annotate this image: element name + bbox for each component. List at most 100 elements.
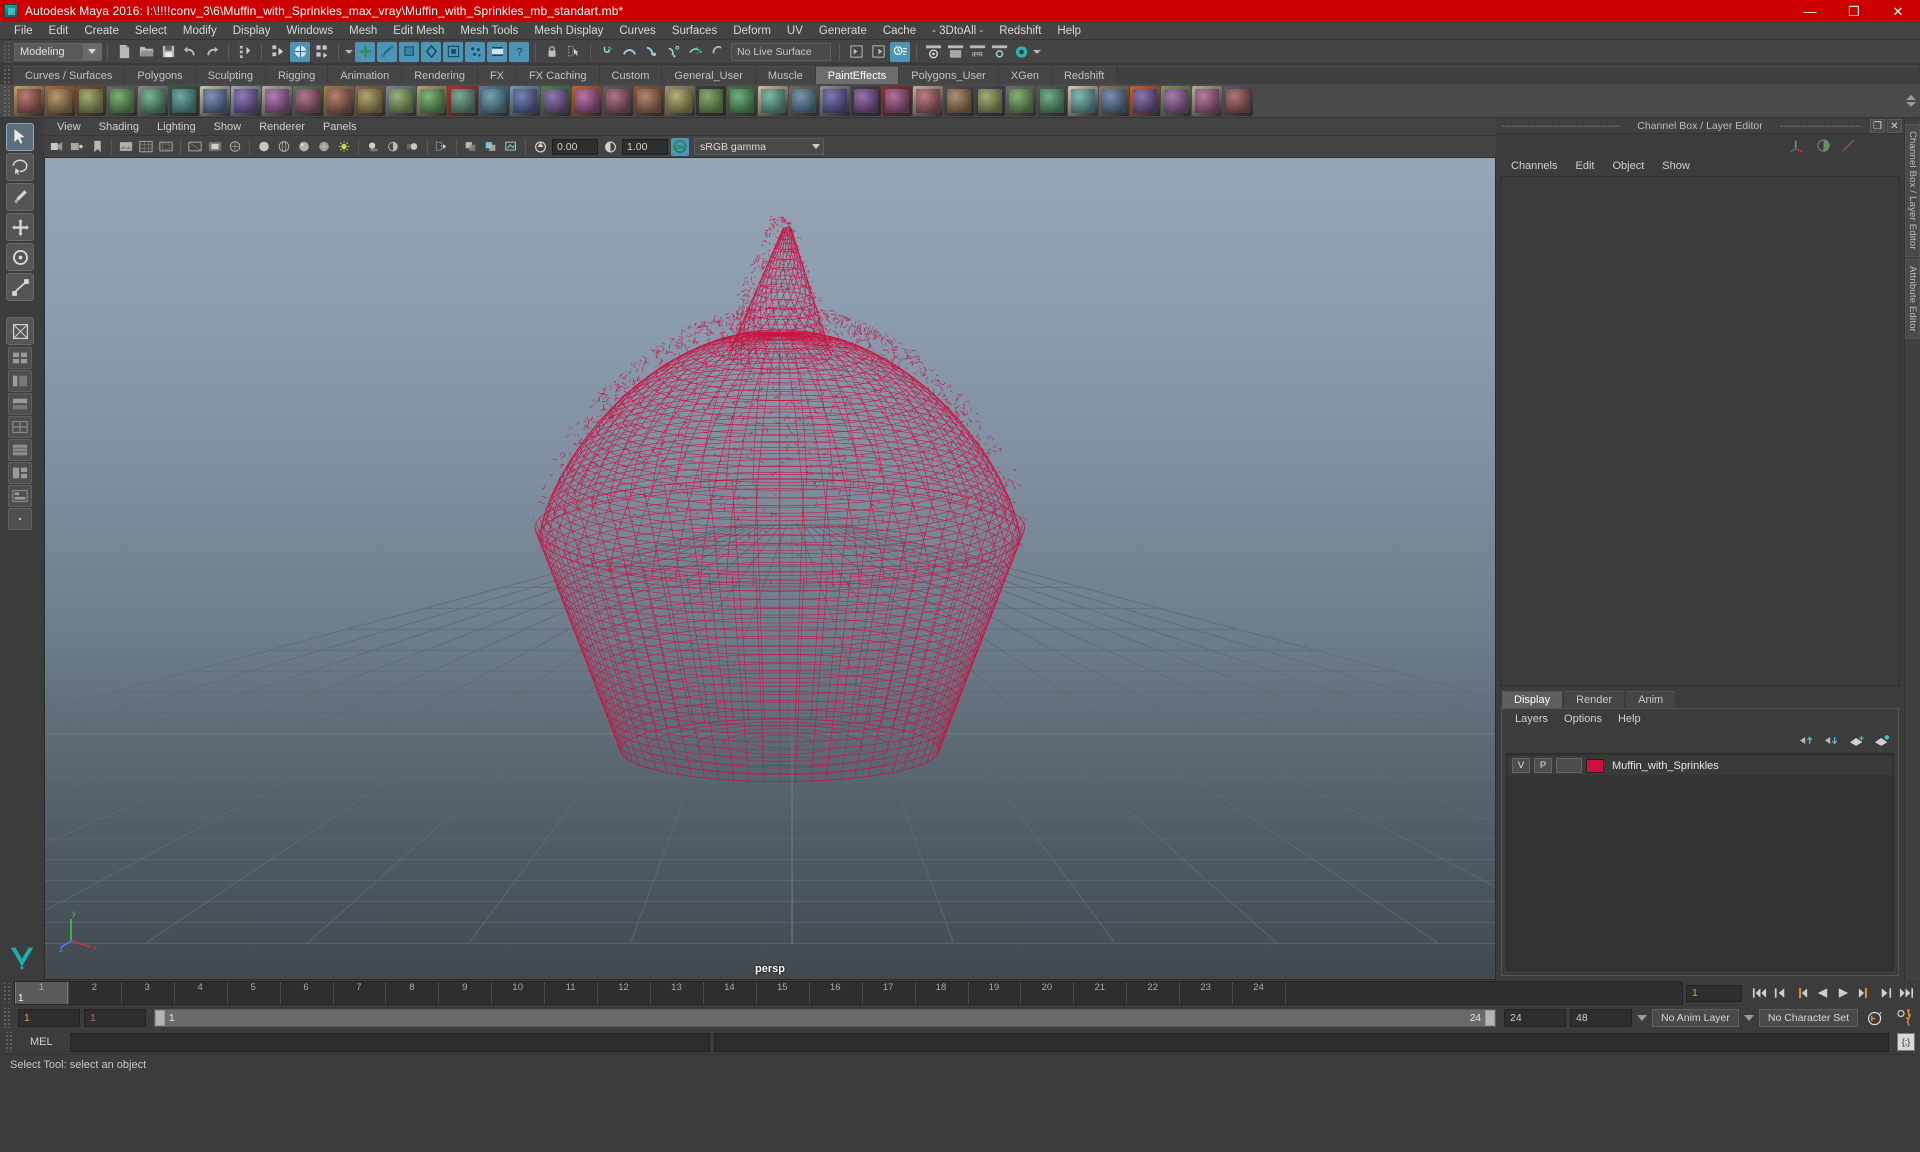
- render-settings-icon[interactable]: [989, 42, 1009, 62]
- animation-start-time-field[interactable]: 1: [18, 1009, 80, 1027]
- shelf-tab-polygons-user[interactable]: Polygons_User: [899, 66, 998, 84]
- menu-mesh-display[interactable]: Mesh Display: [526, 22, 611, 40]
- viewport-menu-view[interactable]: View: [48, 118, 90, 136]
- wireframe-shaded-icon[interactable]: [226, 138, 244, 156]
- wireframe-mode-icon[interactable]: [275, 138, 293, 156]
- shelf-icon-32[interactable]: [1006, 85, 1036, 116]
- animation-end-time-field[interactable]: 48: [1570, 1009, 1632, 1027]
- animation-preferences-button[interactable]: [1892, 1009, 1920, 1027]
- shaded-mode-icon[interactable]: [255, 138, 273, 156]
- current-frame-field[interactable]: 1: [1686, 984, 1742, 1002]
- select-by-hierarchy-mode-icon[interactable]: [312, 42, 332, 62]
- shelf-icon-21[interactable]: [665, 85, 695, 116]
- resolution-gate-icon[interactable]: [186, 138, 204, 156]
- move-layer-up-icon[interactable]: [1799, 734, 1815, 747]
- shelf-icon-16[interactable]: [510, 85, 540, 116]
- range-handle-right[interactable]: [1485, 1010, 1495, 1026]
- layout-persp-graph-button[interactable]: [8, 393, 32, 415]
- shelf-icon-9[interactable]: [293, 85, 323, 116]
- film-gate-icon[interactable]: [157, 138, 175, 156]
- shelf-tab-xgen[interactable]: XGen: [998, 66, 1051, 84]
- layer-display-type-toggle[interactable]: [1556, 758, 1582, 773]
- command-input-field[interactable]: [70, 1032, 710, 1052]
- camera-attributes-icon[interactable]: [68, 138, 86, 156]
- mask-face-icon[interactable]: [399, 41, 419, 62]
- axis-triad-icon[interactable]: [1789, 137, 1806, 154]
- mask-particle-icon[interactable]: [465, 41, 485, 62]
- menu-redshift[interactable]: Redshift: [991, 22, 1049, 40]
- shelf-tab-general-user[interactable]: General_User: [662, 66, 755, 84]
- menu-generate[interactable]: Generate: [811, 22, 875, 40]
- channelbox-menu-show[interactable]: Show: [1653, 156, 1699, 176]
- shelf-icon-2[interactable]: [76, 85, 106, 116]
- shelf-tab-polygons[interactable]: Polygons: [125, 66, 195, 84]
- mask-bounding-box-icon[interactable]: [443, 41, 463, 62]
- render-view-icon[interactable]: [1011, 42, 1031, 62]
- snap-to-curve-icon[interactable]: [619, 42, 639, 62]
- menu-cache[interactable]: Cache: [875, 22, 924, 40]
- shelf-icon-30[interactable]: [944, 85, 974, 116]
- layer-list[interactable]: V P Muffin_with_Sprinkles: [1506, 753, 1894, 971]
- command-language-label[interactable]: MEL: [20, 1036, 66, 1048]
- layer-color-swatch[interactable]: [1586, 758, 1604, 773]
- shelf-tab-fx[interactable]: FX: [477, 66, 517, 84]
- range-handle-left[interactable]: [155, 1010, 165, 1026]
- undock-panel-button[interactable]: ❐: [1870, 119, 1885, 133]
- menu-edit-mesh[interactable]: Edit Mesh: [385, 22, 452, 40]
- snap-to-point-icon[interactable]: [641, 42, 661, 62]
- go-to-start-button[interactable]: [1749, 983, 1769, 1003]
- half-circle-icon[interactable]: [1816, 138, 1831, 153]
- shelf-tab-custom[interactable]: Custom: [599, 66, 662, 84]
- move-layer-down-icon[interactable]: [1824, 734, 1840, 747]
- playback-end-time-field[interactable]: 24: [1504, 1009, 1566, 1027]
- mask-help-icon[interactable]: ?: [509, 41, 529, 62]
- shelf-icon-34[interactable]: [1068, 85, 1098, 116]
- layout-three-pane-button[interactable]: [8, 462, 32, 484]
- shelf-icon-8[interactable]: [262, 85, 292, 116]
- menu-create[interactable]: Create: [76, 22, 127, 40]
- xray-joints-icon[interactable]: [482, 138, 500, 156]
- gate-mask-icon[interactable]: [206, 138, 224, 156]
- go-to-end-button[interactable]: [1896, 983, 1916, 1003]
- shelf-grip[interactable]: [2, 66, 11, 84]
- layer-menu-options[interactable]: Options: [1556, 709, 1610, 729]
- lock-selection-icon[interactable]: [542, 42, 562, 62]
- shelf-icon-14[interactable]: [448, 85, 478, 116]
- shelf-icon-1[interactable]: [45, 85, 75, 116]
- new-layer-from-selected-icon[interactable]: [1874, 734, 1890, 747]
- menu-help[interactable]: Help: [1049, 22, 1089, 40]
- menu-select[interactable]: Select: [127, 22, 175, 40]
- rotate-tool-button[interactable]: [6, 243, 34, 271]
- character-set-dropdown-arrow[interactable]: [1743, 1009, 1755, 1027]
- smooth-shade-all-icon[interactable]: [295, 138, 313, 156]
- render-current-frame-icon[interactable]: [923, 42, 943, 62]
- shelf-icon-28[interactable]: [882, 85, 912, 116]
- shelf-tab-curves-surfaces[interactable]: Curves / Surfaces: [13, 66, 125, 84]
- layout-two-pane-button[interactable]: [8, 439, 32, 461]
- shelf-tab-painteffects[interactable]: PaintEffects: [815, 66, 899, 84]
- viewport-menu-shading[interactable]: Shading: [90, 118, 148, 136]
- menu-windows[interactable]: Windows: [278, 22, 341, 40]
- perspective-viewport[interactable]: y x z persp: [44, 158, 1496, 980]
- menu-3dtoall[interactable]: - 3DtoAll -: [924, 22, 991, 40]
- range-slider[interactable]: 1 24: [154, 1009, 1496, 1027]
- color-profile-select[interactable]: sRGB gamma: [694, 138, 824, 155]
- shelf-icon-25[interactable]: [789, 85, 819, 116]
- layout-more-layouts-button[interactable]: [8, 508, 32, 530]
- shelf-icon-24[interactable]: [758, 85, 788, 116]
- snap-to-grid-icon[interactable]: [597, 42, 617, 62]
- shelf-scroll-arrows[interactable]: [1904, 84, 1918, 118]
- shelf-icon-11[interactable]: [355, 85, 385, 116]
- use-all-lights-icon[interactable]: [335, 138, 353, 156]
- layout-four-view-button[interactable]: [8, 347, 32, 369]
- anim-layer-select[interactable]: No Anim Layer: [1652, 1009, 1739, 1027]
- shelf-icon-26[interactable]: [820, 85, 850, 116]
- mask-vertex-icon[interactable]: [355, 41, 375, 62]
- menu-edit[interactable]: Edit: [41, 22, 77, 40]
- open-attribute-editor-icon[interactable]: [846, 42, 866, 62]
- next-key-button[interactable]: [1854, 983, 1874, 1003]
- open-channel-box-icon[interactable]: [890, 41, 910, 62]
- menu-mesh[interactable]: Mesh: [341, 22, 385, 40]
- lasso-tool-button[interactable]: [6, 153, 34, 181]
- rangeslider-grip[interactable]: [2, 1008, 11, 1028]
